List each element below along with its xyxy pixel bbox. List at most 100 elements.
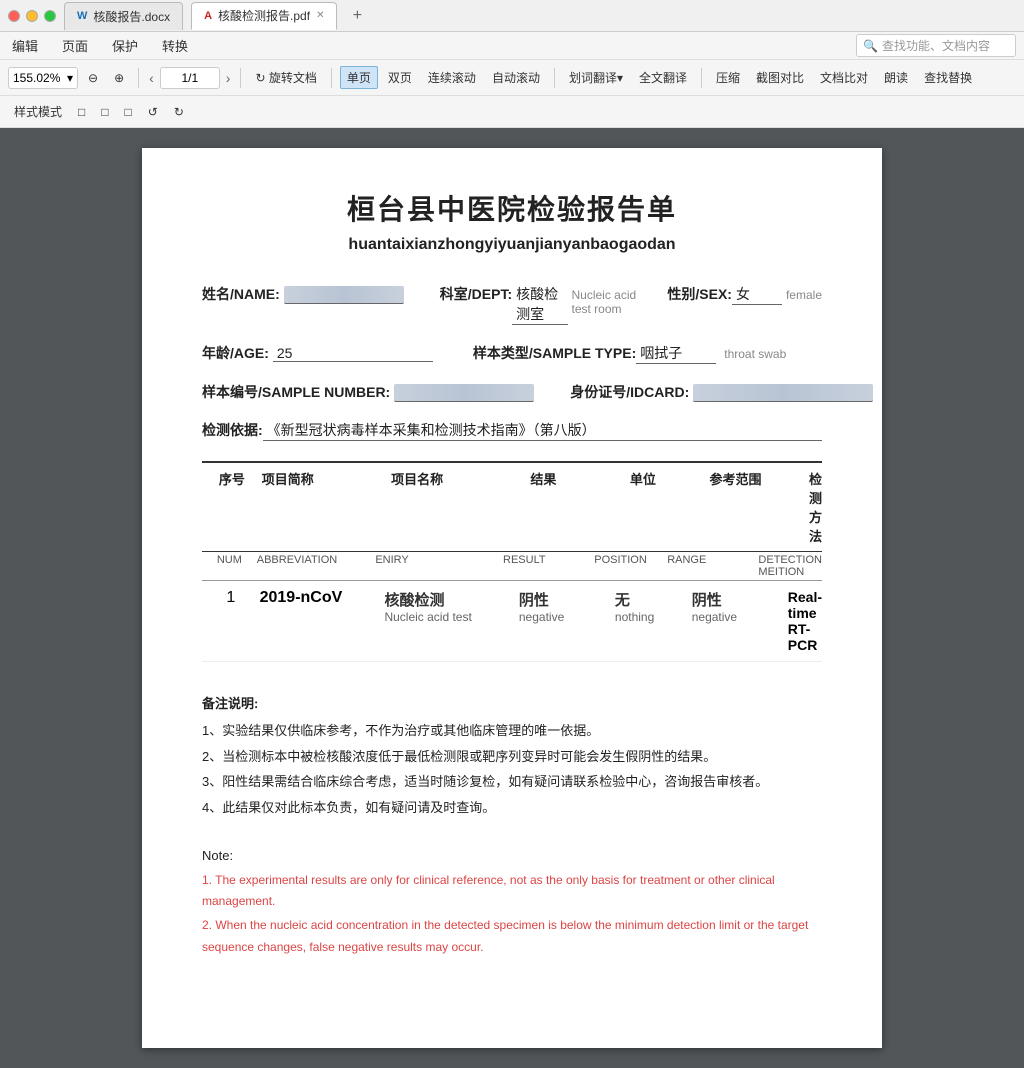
note-cn-2: 2、当检测标本中被检核酸浓度低于最低检测限或靶序列变异时可能会发生假阴性的结果。 — [202, 745, 822, 768]
sex-value: 女 — [732, 284, 782, 305]
row-name-cn: 核酸检测 — [384, 589, 518, 610]
info-row-sample-num: 样本编号/SAMPLE NUMBER: 身份证号/IDCARD: — [202, 382, 822, 402]
row-result: 阴性 negative — [519, 589, 615, 624]
search-placeholder: 查找功能、文档内容 — [882, 37, 990, 54]
sample-type-value: 咽拭子 — [636, 343, 716, 364]
th-sub-result: RESULT — [503, 554, 594, 578]
tab-pdf-label: 核酸检测报告.pdf — [218, 7, 310, 24]
note-en-1: 1. The experimental results are only for… — [202, 870, 822, 913]
minimize-button[interactable] — [26, 10, 38, 22]
tb2-undo[interactable]: ↺ — [142, 103, 164, 121]
tb2-redo[interactable]: ↻ — [168, 103, 190, 121]
name-label: 姓名/NAME: — [202, 284, 280, 304]
th-abbr: 项目简称 — [262, 469, 391, 545]
menu-page[interactable]: 页面 — [58, 34, 92, 57]
tab-docx-icon: W — [77, 10, 87, 22]
zoom-dropdown-icon[interactable]: ▾ — [67, 71, 73, 85]
window-controls — [8, 10, 56, 22]
tab-close-button[interactable]: ✕ — [316, 10, 324, 21]
row-name: 核酸检测 Nucleic acid test — [384, 589, 518, 624]
read-button[interactable]: 朗读 — [878, 67, 914, 88]
sep4 — [554, 68, 555, 88]
dept-en: Nucleic acid test room — [572, 288, 652, 316]
word-translate-button[interactable]: 划词翻译▾ — [563, 67, 629, 88]
report-title-pinyin: huantaixianzhongyiyuanjianyanbaogaodan — [202, 236, 822, 254]
info-row-age: 年龄/AGE: 25 样本类型/SAMPLE TYPE: 咽拭子 throat … — [202, 343, 822, 364]
search-box[interactable]: 🔍 查找功能、文档内容 — [856, 34, 1016, 57]
idcard-label: 身份证号/IDCARD: — [570, 382, 689, 402]
zoom-in-button[interactable]: ⊕ — [108, 69, 130, 87]
note-cn-3: 3、阳性结果需结合临床综合考虑，适当时随诊复检，如有疑问请联系检验中心，咨询报告… — [202, 770, 822, 793]
style-mode-button[interactable]: 样式模式 — [8, 101, 68, 122]
row-unit: 无 nothing — [615, 589, 692, 624]
age-value: 25 — [273, 345, 433, 362]
dept-value: 核酸检测室 — [512, 284, 567, 325]
tb2-icon2[interactable]: □ — [95, 103, 114, 121]
row-range-en: negative — [692, 610, 788, 624]
row-range: 阴性 negative — [692, 589, 788, 624]
compare-button[interactable]: 文档比对 — [814, 67, 874, 88]
full-translate-button[interactable]: 全文翻译 — [633, 67, 693, 88]
note-cn-1: 1、实验结果仅供临床参考，不作为治疗或其他临床管理的唯一依据。 — [202, 719, 822, 742]
th-num: 序号 — [202, 469, 262, 545]
th-method: 检测方法 — [809, 469, 822, 545]
th-result: 结果 — [530, 469, 630, 545]
screenshot-button[interactable]: 截图对比 — [750, 67, 810, 88]
rotate-button[interactable]: ↻ 旋转文档 — [249, 67, 322, 88]
next-page-button[interactable]: › — [224, 70, 233, 86]
th-sub-unit: POSITION — [594, 554, 667, 578]
sep2 — [240, 68, 241, 88]
idcard-value — [693, 384, 873, 402]
notes-section: 备注说明: 1、实验结果仅供临床参考，不作为治疗或其他临床管理的唯一依据。 2、… — [202, 692, 822, 958]
menu-protect[interactable]: 保护 — [108, 34, 142, 57]
toolbar-row1: 155.02% ▾ ⊖ ⊕ ‹ 1/1 › ↻ 旋转文档 单页 双页 连续滚动 … — [0, 60, 1024, 96]
table-row: 1 2019-nCoV 核酸检测 Nucleic acid test 阴性 ne… — [202, 581, 822, 662]
sample-type-en: throat swab — [724, 347, 786, 361]
th-unit: 单位 — [630, 469, 710, 545]
note-cn-4: 4、此结果仅对此标本负责，如有疑问请及时查询。 — [202, 796, 822, 819]
sample-num-label: 样本编号/SAMPLE NUMBER: — [202, 382, 390, 402]
menu-bar: 编辑 页面 保护 转换 🔍 查找功能、文档内容 — [0, 32, 1024, 60]
zoom-out-button[interactable]: ⊖ — [82, 69, 104, 87]
tab-docx-label: 核酸报告.docx — [93, 8, 170, 25]
dept-label: 科室/DEPT: — [440, 284, 512, 304]
continuous-scroll-button[interactable]: 连续滚动 — [422, 67, 482, 88]
menu-edit[interactable]: 编辑 — [8, 34, 42, 57]
close-button[interactable] — [8, 10, 20, 22]
basis-label: 检测依据: — [202, 420, 263, 440]
row-name-en: Nucleic acid test — [384, 610, 518, 624]
double-page-button[interactable]: 双页 — [382, 67, 418, 88]
sample-type-label: 样本类型/SAMPLE TYPE: — [473, 343, 636, 363]
table-header: 序号 项目简称 项目名称 结果 单位 参考范围 检测方法 — [202, 461, 822, 552]
name-value — [284, 286, 404, 304]
tb2-icon1[interactable]: □ — [72, 103, 91, 121]
th-sub-method: DETECTION MEITION — [758, 554, 822, 578]
notes-title: 备注说明: — [202, 692, 822, 715]
add-tab-button[interactable]: + — [345, 4, 369, 28]
menu-convert[interactable]: 转换 — [158, 34, 192, 57]
tab-docx[interactable]: W 核酸报告.docx — [64, 2, 183, 30]
compress-button[interactable]: 压缩 — [710, 67, 746, 88]
th-name: 项目名称 — [391, 469, 530, 545]
pdf-page: 桓台县中医院检验报告单 huantaixianzhongyiyuanjianya… — [142, 148, 882, 1048]
search-icon: 🔍 — [863, 39, 878, 53]
single-page-button[interactable]: 单页 — [340, 66, 378, 89]
sex-en: female — [786, 288, 822, 302]
th-sub-range: RANGE — [667, 554, 758, 578]
row-result-en: negative — [519, 610, 615, 624]
maximize-button[interactable] — [44, 10, 56, 22]
rotate-icon: ↻ — [255, 71, 265, 85]
zoom-control[interactable]: 155.02% ▾ — [8, 67, 78, 89]
tab-pdf[interactable]: A 核酸检测报告.pdf ✕ — [191, 2, 337, 30]
th-sub-name: ENIRY — [375, 554, 503, 578]
find-replace-button[interactable]: 查找替换 — [918, 67, 978, 88]
prev-page-button[interactable]: ‹ — [147, 70, 156, 86]
toolbar-row2: 样式模式 □ □ □ ↺ ↻ — [0, 96, 1024, 128]
pdf-area: 桓台县中医院检验报告单 huantaixianzhongyiyuanjianya… — [0, 128, 1024, 1068]
zoom-value: 155.02% — [13, 71, 60, 85]
row-unit-cn: 无 — [615, 589, 692, 610]
tb2-icon3[interactable]: □ — [119, 103, 138, 121]
auto-scroll-button[interactable]: 自动滚动 — [486, 67, 546, 88]
page-indicator: 1/1 — [160, 67, 220, 89]
info-row-name: 姓名/NAME: 科室/DEPT: 核酸检测室 Nucleic acid tes… — [202, 284, 822, 325]
